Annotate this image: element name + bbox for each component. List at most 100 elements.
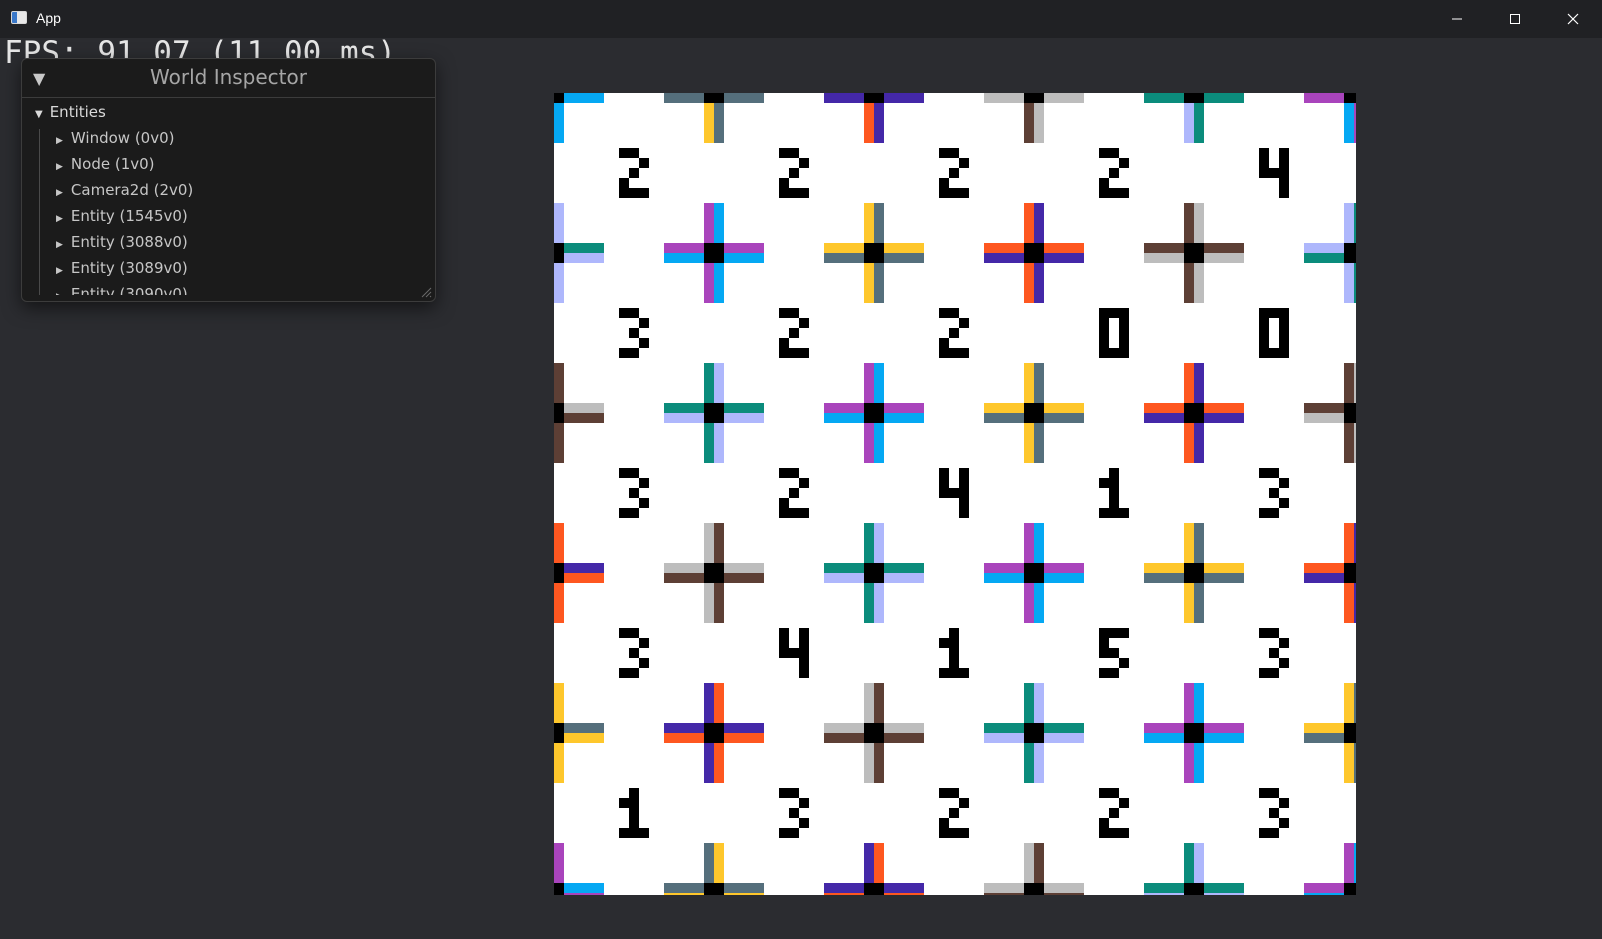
cross-arm-down	[1034, 423, 1044, 463]
digit-pixel	[779, 788, 789, 798]
inspector-title: World Inspector	[150, 65, 307, 89]
tree-item[interactable]: ▶ Entity (3090v0)	[56, 285, 188, 295]
digit-pixel	[1099, 348, 1109, 358]
tree-item[interactable]: ▶ Entity (3089v0)	[56, 259, 188, 281]
cross-arm-right	[564, 253, 604, 263]
cross-arm-up	[1354, 843, 1356, 883]
collapsed-arrow-icon: ▶	[56, 136, 63, 146]
digit-pixel	[959, 188, 969, 198]
cross-arm-down	[864, 263, 874, 303]
cross-arm-left	[1144, 883, 1184, 893]
cross-arm-up	[714, 683, 724, 723]
cross-arm-left	[824, 243, 864, 253]
digit-pixel	[779, 188, 789, 198]
digit-pixel	[1269, 168, 1279, 178]
tile-grid[interactable]	[554, 93, 1356, 895]
tree-item[interactable]: ▶ Camera2d (2v0)	[56, 181, 193, 203]
cross-arm-down	[1354, 423, 1356, 463]
digit-pixel	[1109, 308, 1119, 318]
cross-arm-up	[1354, 203, 1356, 243]
digit-pixel	[1109, 828, 1119, 838]
cross-arm-right	[884, 733, 924, 743]
digit-pixel	[789, 148, 799, 158]
digit-pixel	[1279, 338, 1289, 348]
cross-arm-up	[1034, 843, 1044, 883]
cross-arm-down	[1354, 743, 1356, 783]
cross-arm-up	[554, 363, 564, 403]
cross-arm-down	[554, 103, 564, 143]
cross-arm-up	[1034, 363, 1044, 403]
cross-arm-up	[554, 683, 564, 723]
inspector-header[interactable]: ▼ World Inspector	[22, 59, 435, 98]
cross-arm-left	[1304, 243, 1344, 253]
digit-pixel	[639, 338, 649, 348]
digit-pixel	[1109, 168, 1119, 178]
digit-pixel	[1109, 148, 1119, 158]
cross-center	[864, 723, 884, 743]
cross-center	[864, 563, 884, 583]
digit-pixel	[1279, 798, 1289, 808]
cross-arm-right	[1204, 733, 1244, 743]
cross-arm-up	[1034, 523, 1044, 563]
world-inspector-panel[interactable]: ▼ World Inspector ▼ Entities ▶ Window (0v0…	[21, 58, 436, 302]
maximize-button[interactable]	[1486, 0, 1544, 38]
cross-arm-left	[984, 893, 1024, 895]
tree-item-label: Camera2d (2v0)	[70, 181, 194, 199]
digit-pixel	[1259, 628, 1269, 638]
cross-arm-down	[1024, 423, 1034, 463]
tree-item[interactable]: ▶ Window (0v0)	[56, 129, 175, 151]
tree-root-entities[interactable]: ▼ Entities	[35, 103, 106, 125]
tree-item[interactable]: ▶ Entity (3088v0)	[56, 233, 188, 255]
digit-pixel	[1109, 348, 1119, 358]
tree-indent-guide	[39, 129, 40, 295]
cross-arm-left	[984, 93, 1024, 103]
cross-arm-right	[884, 883, 924, 893]
cross-center	[864, 93, 884, 103]
minimize-button[interactable]	[1428, 0, 1486, 38]
cross-arm-left	[984, 563, 1024, 573]
digit-pixel	[1259, 308, 1269, 318]
digit-pixel	[939, 478, 949, 488]
cross-arm-down	[554, 423, 564, 463]
digit-pixel	[639, 658, 649, 668]
digit-pixel	[779, 648, 789, 658]
digit-pixel	[949, 168, 959, 178]
cross-arm-right	[1044, 733, 1084, 743]
cross-arm-right	[724, 883, 764, 893]
cross-center	[1184, 723, 1204, 743]
cross-arm-right	[724, 893, 764, 895]
digit-pixel	[789, 308, 799, 318]
cross-arm-up	[1354, 683, 1356, 723]
digit-pixel	[949, 668, 959, 678]
entity-tree[interactable]: ▼ Entities ▶ Window (0v0) ▶ Node (1v0) ▶ Cam…	[22, 97, 435, 295]
cross-arm-down	[714, 263, 724, 303]
cell-number-2	[619, 148, 649, 198]
digit-pixel	[619, 628, 629, 638]
cross-arm-up	[874, 683, 884, 723]
tree-item[interactable]: ▶ Entity (1545v0)	[56, 207, 188, 229]
cross-arm-up	[704, 363, 714, 403]
cross-arm-right	[1204, 723, 1244, 733]
tile-grid-svg[interactable]	[554, 93, 1356, 895]
cross-arm-left	[824, 733, 864, 743]
cross-arm-left	[1304, 563, 1344, 573]
cross-arm-right	[564, 733, 604, 743]
tree-item[interactable]: ▶ Node (1v0)	[56, 155, 155, 177]
digit-pixel	[1269, 308, 1279, 318]
digit-pixel	[939, 338, 949, 348]
digit-pixel	[1099, 328, 1109, 338]
cross-arm-right	[1204, 893, 1244, 895]
cross-arm-down	[704, 583, 714, 623]
resize-grip-icon[interactable]	[420, 286, 432, 298]
digit-pixel	[1109, 628, 1119, 638]
digit-pixel	[939, 488, 949, 498]
cross-arm-left	[664, 893, 704, 895]
digit-pixel	[939, 178, 949, 188]
close-button[interactable]	[1544, 0, 1602, 38]
tree-item-label: Entity (3090v0)	[70, 285, 188, 295]
digit-pixel	[1269, 788, 1279, 798]
digit-pixel	[949, 648, 959, 658]
cross-arm-down	[864, 103, 874, 143]
digit-pixel	[629, 818, 639, 828]
digit-pixel	[1279, 658, 1289, 668]
